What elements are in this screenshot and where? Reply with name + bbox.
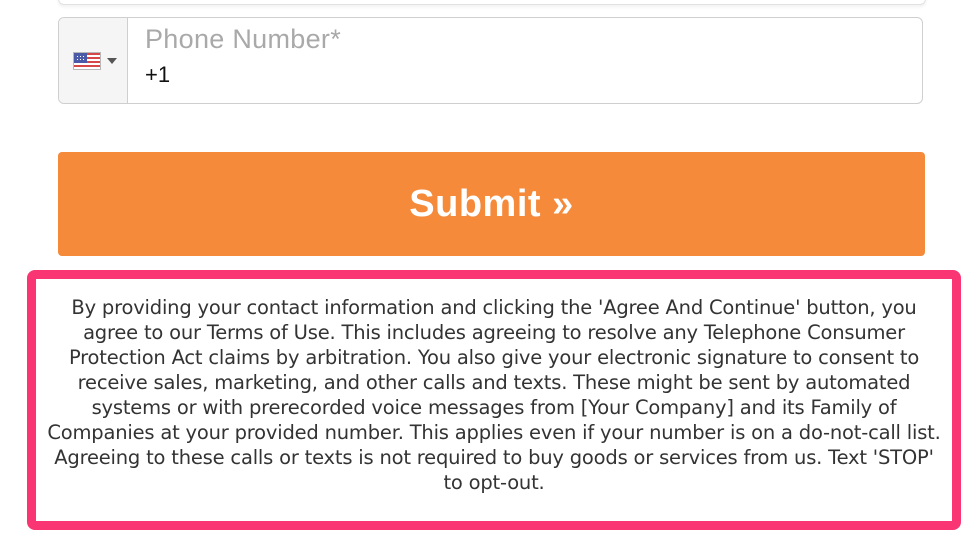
phone-input-wrapper: Phone Number* [128, 18, 922, 103]
submit-button[interactable]: Submit » [58, 152, 925, 256]
caret-down-icon [107, 57, 117, 64]
us-flag-icon [73, 51, 101, 70]
phone-number-input[interactable] [145, 62, 845, 88]
phone-number-field: Phone Number* [58, 17, 923, 104]
consent-disclaimer-text: By providing your contact information an… [47, 296, 941, 494]
form-page: Phone Number* Submit » By providing your… [0, 0, 972, 555]
consent-disclaimer-box: By providing your contact information an… [27, 270, 961, 530]
phone-number-label: Phone Number* [145, 24, 342, 54]
previous-field-edge [58, 0, 926, 5]
country-code-selector[interactable] [59, 18, 128, 103]
